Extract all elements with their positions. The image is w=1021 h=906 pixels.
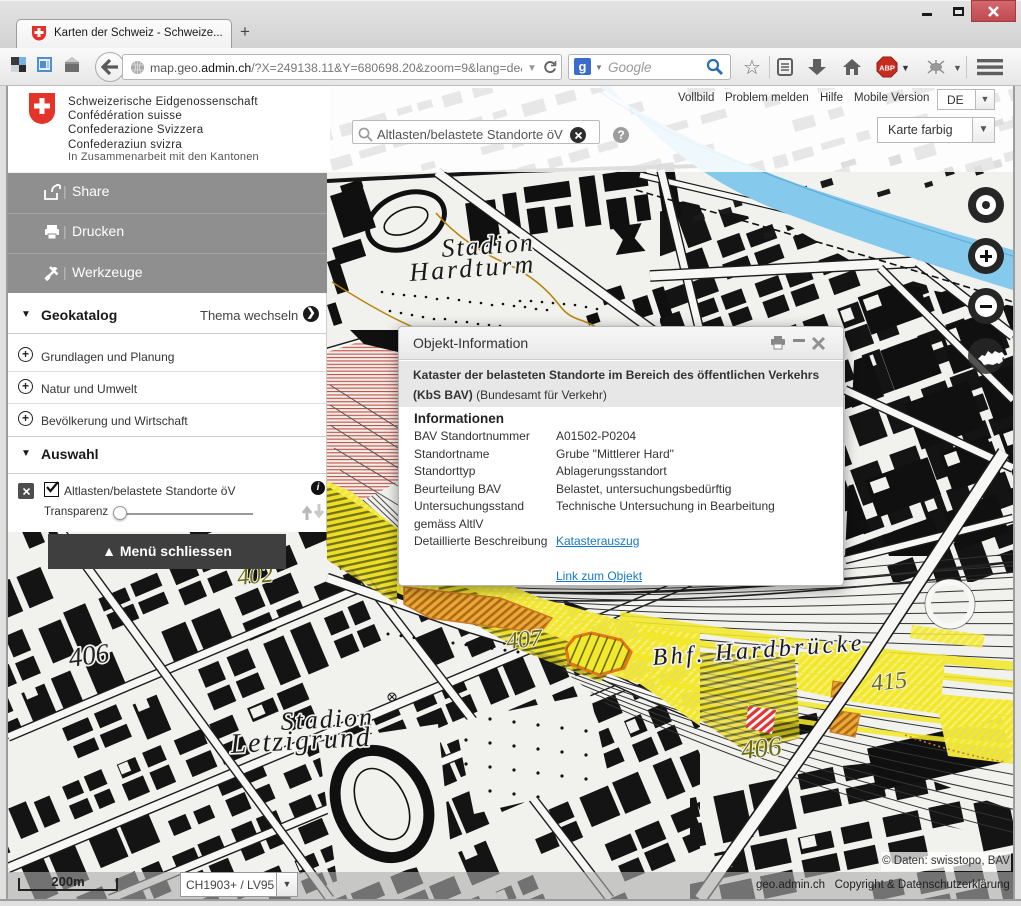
svg-text:415: 415 — [870, 667, 909, 697]
svg-text:ABP: ABP — [879, 64, 895, 73]
svg-text:407: 407 — [505, 625, 545, 655]
svg-text:406: 406 — [739, 731, 783, 765]
svg-text:406: 406 — [67, 638, 112, 673]
svg-text:200m: 200m — [51, 874, 84, 889]
